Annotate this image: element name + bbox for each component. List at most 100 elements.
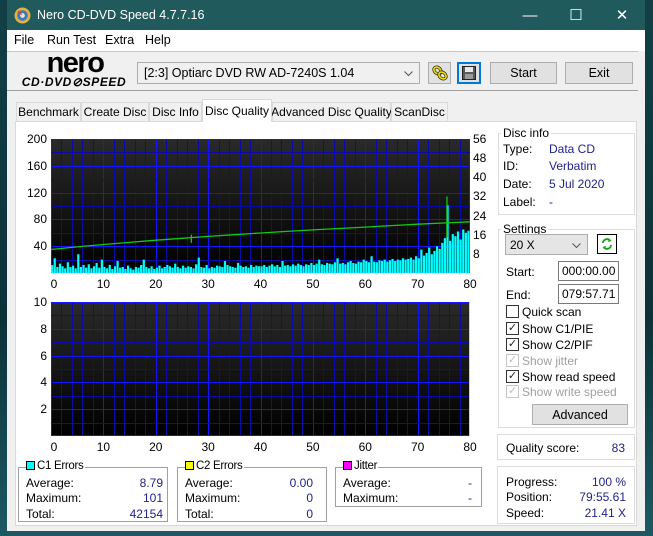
- c1-error-bar: [310, 262, 313, 273]
- progress-value: 100 %: [591, 475, 626, 489]
- start-button[interactable]: Start: [490, 62, 557, 84]
- end-position-input[interactable]: 079:57.71: [558, 284, 619, 304]
- c1-error-bar: [137, 267, 140, 273]
- jitter-title: Jitter: [343, 460, 379, 472]
- c1-error-bar: [181, 265, 185, 273]
- show-write-speed-label: Show write speed: [522, 385, 617, 399]
- c1-error-bar: [349, 260, 352, 273]
- maximize-icon: ☐: [569, 7, 583, 24]
- c2-average-value: 0.00: [289, 476, 313, 490]
- c1-error-bar: [276, 264, 279, 273]
- c1-error-bar: [103, 266, 106, 273]
- c1-error-bar: [315, 263, 318, 273]
- show-c1-checkbox[interactable]: ✓: [506, 322, 519, 335]
- c1-error-bar: [320, 264, 323, 273]
- c1-average-label: Average:: [26, 476, 74, 490]
- menu-file[interactable]: File: [14, 33, 34, 47]
- y-tick-label-right: 56: [473, 132, 487, 146]
- tab-disc-info[interactable]: Disc Info: [149, 102, 202, 121]
- speed-value: 21.41 X: [584, 506, 626, 520]
- read-speed-select[interactable]: 20 X: [505, 234, 588, 255]
- c1-error-bar: [255, 265, 258, 273]
- quick-scan-checkbox[interactable]: [506, 305, 519, 318]
- c1-error-bar: [428, 247, 431, 273]
- show-c2-checkbox[interactable]: ✓: [506, 338, 519, 351]
- tab-disc-quality[interactable]: Disc Quality: [202, 99, 272, 122]
- c1-error-bar: [328, 263, 331, 273]
- c1-error-bar: [64, 268, 67, 273]
- c1-error-bar: [443, 238, 447, 273]
- tab-scandisc[interactable]: ScanDisc: [391, 102, 448, 121]
- x-tick-label: 10: [96, 277, 111, 291]
- c1-total-value: 42154: [129, 507, 163, 521]
- c1-error-bar: [357, 261, 360, 273]
- c1-error-bar: [247, 267, 250, 273]
- c1-error-bar: [140, 264, 143, 273]
- c1-error-bar: [56, 266, 59, 273]
- c1-error-bar: [236, 262, 240, 273]
- minimize-button[interactable]: —: [507, 0, 553, 30]
- c1-error-bar: [318, 259, 321, 273]
- c1-error-bar: [286, 264, 289, 273]
- x-tick-label: 80: [463, 440, 477, 454]
- show-c1-label[interactable]: Show C1/PIE: [522, 322, 593, 336]
- show-c2-label[interactable]: Show C2/PIF: [522, 338, 593, 352]
- show-read-speed-label[interactable]: Show read speed: [522, 370, 615, 384]
- c1-error-bar: [134, 266, 138, 273]
- y-tick-label-left: 120: [26, 185, 47, 200]
- save-button[interactable]: [457, 62, 481, 84]
- c1-error-bar: [92, 266, 96, 273]
- x-tick-label: 10: [96, 440, 111, 454]
- read-speed-select-value: 20 X: [510, 237, 535, 252]
- c1-error-bar: [412, 259, 415, 273]
- c1-error-bar: [250, 264, 253, 273]
- y-tick-label-left: 80: [33, 212, 47, 227]
- c1-error-bar: [265, 266, 268, 273]
- y-tick-label-right: 8: [473, 246, 480, 261]
- c2-total-label: Total:: [185, 507, 214, 521]
- quick-scan-label[interactable]: Quick scan: [522, 305, 581, 319]
- c1-error-bar: [370, 256, 373, 273]
- c1-error-bar: [79, 266, 83, 273]
- c1-error-bar: [257, 266, 261, 273]
- menu-run-test[interactable]: Run Test: [47, 33, 96, 47]
- disc-type-label: Type:: [503, 142, 533, 156]
- c1-error-bar: [229, 266, 232, 273]
- start-position-input[interactable]: 000:00.00: [558, 261, 619, 281]
- close-button[interactable]: ✕: [599, 0, 645, 30]
- c1-error-bar: [87, 264, 90, 273]
- maximize-button[interactable]: ☐: [553, 0, 599, 30]
- drive-select[interactable]: [2:3] Optiarc DVD RW AD-7240S 1.04: [137, 62, 420, 84]
- jitter-maximum-label: Maximum:: [343, 491, 399, 505]
- drive-info-button[interactable]: [428, 62, 451, 84]
- refresh-speeds-button[interactable]: [597, 234, 617, 254]
- c1-error-bar: [242, 266, 245, 273]
- c1-error-bar: [200, 266, 203, 273]
- c1-error-bar: [331, 264, 334, 273]
- x-tick-label: 80: [463, 277, 477, 291]
- tab-benchmark[interactable]: Benchmark: [16, 102, 81, 121]
- c1-error-bar: [278, 266, 282, 273]
- c1-error-bar: [197, 257, 200, 273]
- c1-error-bar: [184, 267, 187, 273]
- menu-extra[interactable]: Extra: [105, 33, 134, 47]
- tab-create-disc[interactable]: Create Disc: [81, 102, 149, 121]
- c1-error-bar: [360, 262, 363, 273]
- menu-help[interactable]: Help: [145, 33, 171, 47]
- c1-error-bar: [111, 268, 114, 273]
- exit-button[interactable]: Exit: [565, 62, 633, 84]
- show-jitter-checkbox: ✓: [506, 354, 519, 367]
- advanced-button[interactable]: Advanced: [532, 404, 628, 425]
- c1-error-bar: [119, 267, 122, 273]
- c1-error-bar: [462, 229, 465, 273]
- position-label: Position:: [506, 490, 553, 504]
- x-tick-label: 30: [201, 277, 215, 291]
- c1-error-bar: [113, 266, 117, 273]
- disc-type-value: Data CD: [549, 142, 596, 156]
- show-read-speed-checkbox[interactable]: ✓: [506, 370, 519, 383]
- c1-error-bar: [378, 260, 381, 273]
- x-tick-label: 0: [50, 440, 58, 454]
- c1-error-bar: [132, 269, 135, 273]
- tab-advanced-disc-quality[interactable]: Advanced Disc Quality: [271, 102, 392, 121]
- c1-error-bar: [192, 268, 195, 273]
